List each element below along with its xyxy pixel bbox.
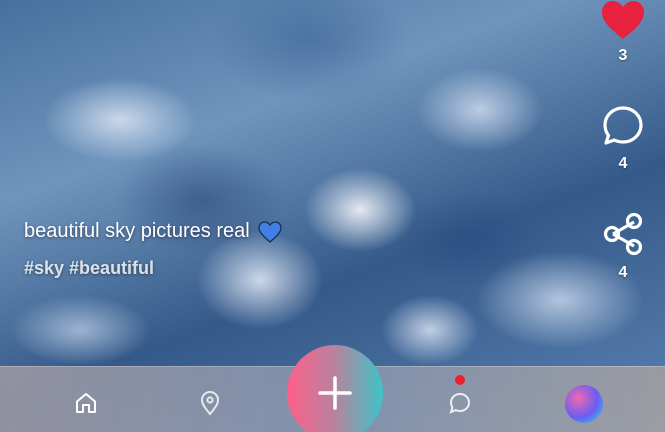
comment-count: 4 [618, 155, 628, 172]
like-button[interactable]: 3 [599, 0, 647, 65]
blue-heart-icon [258, 220, 282, 243]
create-post-button[interactable] [287, 345, 383, 432]
share-button[interactable]: 4 [599, 211, 647, 282]
like-count: 3 [618, 47, 628, 64]
home-icon [76, 393, 96, 413]
video-feed-screen: beautiful sky pictures real #sky #beauti… [0, 0, 665, 432]
notification-dot [455, 375, 465, 385]
comment-icon [603, 106, 643, 145]
post-hashtags[interactable]: #sky #beautiful [24, 258, 154, 279]
comment-button[interactable]: 4 [599, 104, 647, 173]
post-caption: beautiful sky pictures real [24, 220, 282, 243]
plus-icon [318, 376, 352, 410]
profile-avatar[interactable] [565, 385, 603, 423]
nav-messages[interactable] [446, 389, 474, 417]
caption-text: beautiful sky pictures real [24, 220, 250, 242]
chat-icon [449, 392, 471, 414]
heart-icon [602, 1, 644, 39]
nav-home[interactable] [72, 389, 100, 417]
share-count: 4 [618, 264, 628, 281]
share-icon [603, 212, 643, 256]
nav-map[interactable] [196, 389, 224, 417]
map-pin-icon [200, 390, 220, 416]
